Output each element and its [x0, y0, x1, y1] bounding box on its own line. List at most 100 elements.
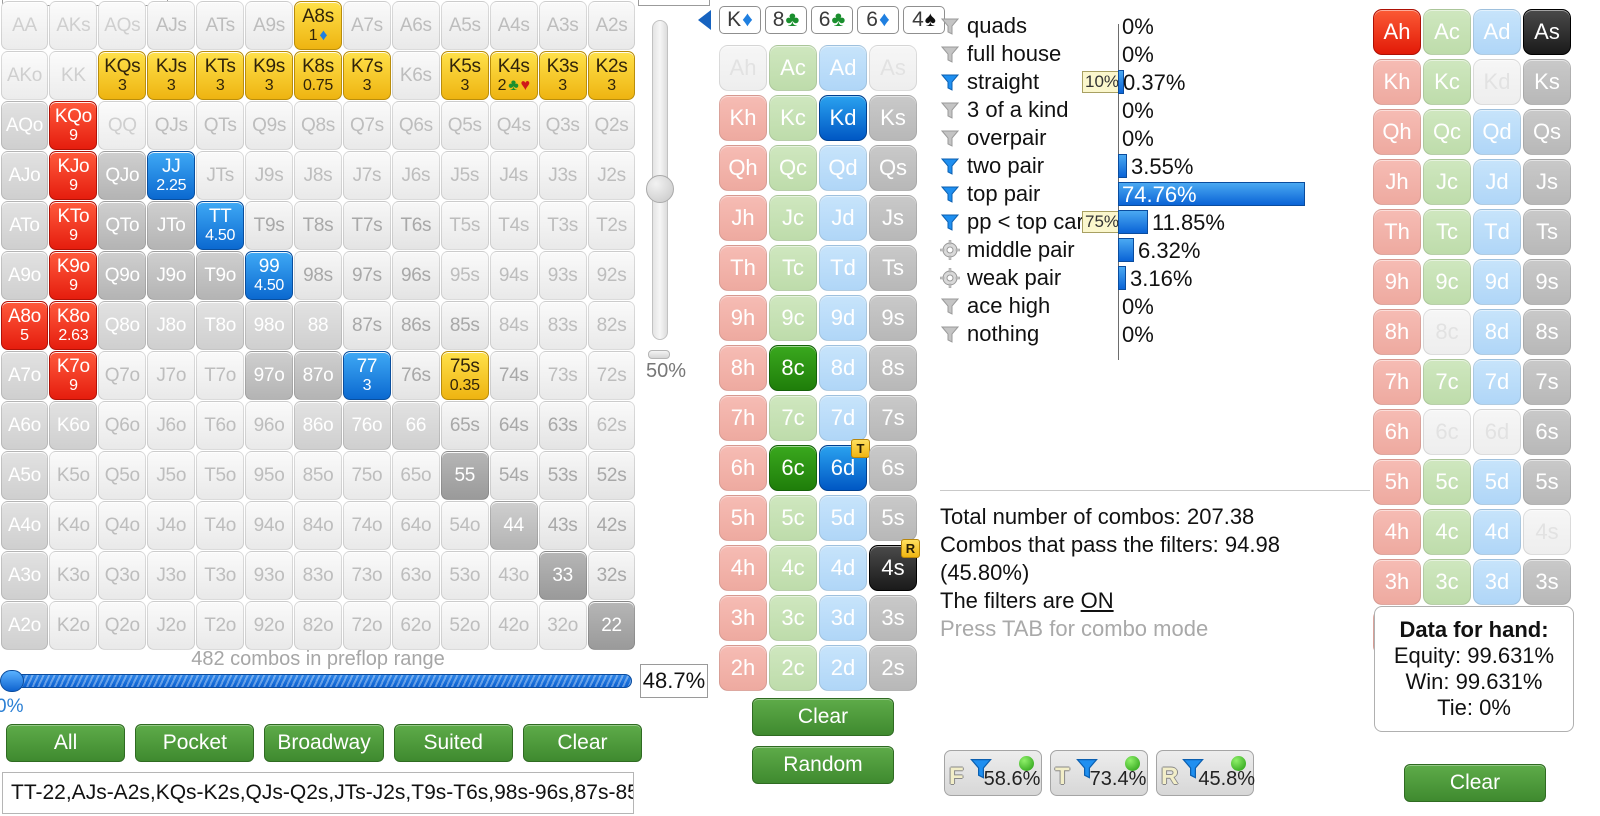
matrix-cell-J6s[interactable]: J6s	[391, 150, 440, 200]
matrix-cell-97s[interactable]: 97s	[342, 250, 391, 300]
matrix-cell-43o[interactable]: 43o	[489, 550, 538, 600]
matrix-cell-63s[interactable]: 63s	[538, 400, 587, 450]
hero-card-Jc[interactable]: Jc	[1423, 159, 1471, 205]
matrix-cell-22[interactable]: 22	[587, 600, 636, 650]
matrix-cell-55[interactable]: 55	[440, 450, 489, 500]
hero-card-3d[interactable]: 3d	[1473, 559, 1521, 605]
hero-card-Jd[interactable]: Jd	[1473, 159, 1521, 205]
matrix-cell-J9o[interactable]: J9o	[147, 250, 196, 300]
matrix-cell-K4s[interactable]: K4s 2 ♣ ♥	[489, 50, 538, 100]
matrix-cell-A4o[interactable]: A4o	[0, 500, 49, 550]
matrix-cell-82s[interactable]: 82s	[587, 300, 636, 350]
matrix-cell-84s[interactable]: 84s	[489, 300, 538, 350]
matrix-cell-J2s[interactable]: J2s	[587, 150, 636, 200]
range-percent-slider[interactable]	[0, 670, 640, 692]
hero-card-3h[interactable]: 3h	[1373, 559, 1421, 605]
matrix-cell-Q9s[interactable]: Q9s	[245, 100, 294, 150]
stat-row-full-house[interactable]: full house 0%	[940, 40, 1372, 68]
matrix-cell-J9s[interactable]: J9s	[245, 150, 294, 200]
matrix-cell-A7s[interactable]: A7s	[342, 0, 391, 50]
matrix-cell-Q5s[interactable]: Q5s	[440, 100, 489, 150]
matrix-cell-J4s[interactable]: J4s	[489, 150, 538, 200]
hero-card-Td[interactable]: Td	[1473, 209, 1521, 255]
range-slider-track[interactable]	[14, 674, 632, 688]
matrix-cell-33[interactable]: 33	[538, 550, 587, 600]
matrix-cell-K9o[interactable]: K9o 9	[49, 250, 98, 300]
matrix-cell-73s[interactable]: 73s	[538, 350, 587, 400]
board-card-Qs[interactable]: Qs	[869, 145, 917, 191]
hero-card-5s[interactable]: 5s	[1523, 459, 1571, 505]
board-card-Kh[interactable]: Kh	[719, 95, 767, 141]
matrix-cell-T2s[interactable]: T2s	[587, 200, 636, 250]
matrix-cell-95o[interactable]: 95o	[245, 450, 294, 500]
matrix-cell-85o[interactable]: 85o	[294, 450, 342, 500]
matrix-cell-A7o[interactable]: A7o	[0, 350, 49, 400]
street-filter-f-button[interactable]: F 58.6%	[944, 750, 1042, 796]
matrix-cell-93s[interactable]: 93s	[538, 250, 587, 300]
matrix-cell-JJ[interactable]: JJ 2.25	[147, 150, 196, 200]
hero-card-Js[interactable]: Js	[1523, 159, 1571, 205]
matrix-cell-T2o[interactable]: T2o	[196, 600, 245, 650]
pocket-button[interactable]: Pocket	[135, 724, 255, 762]
matrix-cell-65s[interactable]: 65s	[440, 400, 489, 450]
matrix-cell-87o[interactable]: 87o	[294, 350, 342, 400]
hero-card-5c[interactable]: 5c	[1423, 459, 1471, 505]
matrix-cell-QTs[interactable]: QTs	[196, 100, 245, 150]
matrix-cell-94o[interactable]: 94o	[245, 500, 294, 550]
matrix-cell-Q2s[interactable]: Q2s	[587, 100, 636, 150]
matrix-cell-K6s[interactable]: K6s	[391, 50, 440, 100]
board-card-4s[interactable]: 4s R	[869, 539, 920, 591]
hero-card-As[interactable]: As	[1523, 9, 1571, 55]
matrix-cell-TT[interactable]: TT 4.50	[196, 200, 245, 250]
matrix-cell-53s[interactable]: 53s	[538, 450, 587, 500]
matrix-cell-95s[interactable]: 95s	[440, 250, 489, 300]
matrix-cell-Q3o[interactable]: Q3o	[98, 550, 147, 600]
matrix-cell-K5s[interactable]: K5s 3	[440, 50, 489, 100]
board-card-Qh[interactable]: Qh	[719, 145, 767, 191]
board-card-5c[interactable]: 5c	[769, 495, 817, 541]
matrix-cell-K2s[interactable]: K2s 3	[587, 50, 636, 100]
hero-card-9h[interactable]: 9h	[1373, 259, 1421, 305]
stat-threshold-badge[interactable]: 10%	[1082, 71, 1123, 93]
board-card-2d[interactable]: 2d	[819, 645, 867, 691]
board-card-Ac[interactable]: Ac	[769, 45, 817, 91]
hero-card-Ts[interactable]: Ts	[1523, 209, 1571, 255]
hero-card-4d[interactable]: 4d	[1473, 509, 1521, 555]
matrix-cell-AJs[interactable]: AJs	[147, 0, 196, 50]
matrix-cell-42o[interactable]: 42o	[489, 600, 538, 650]
hero-card-Qd[interactable]: Qd	[1473, 109, 1521, 155]
street-filter-t-button[interactable]: T 73.4%	[1050, 750, 1148, 796]
board-card-2h[interactable]: 2h	[719, 645, 767, 691]
matrix-cell-72o[interactable]: 72o	[342, 600, 391, 650]
board-card-6d[interactable]: 6 ♦	[857, 6, 899, 34]
matrix-cell-A9o[interactable]: A9o	[0, 250, 49, 300]
matrix-cell-AKo[interactable]: AKo	[0, 50, 49, 100]
matrix-cell-Q2o[interactable]: Q2o	[98, 600, 147, 650]
matrix-cell-K3o[interactable]: K3o	[49, 550, 98, 600]
matrix-cell-K4o[interactable]: K4o	[49, 500, 98, 550]
matrix-cell-T9o[interactable]: T9o	[196, 250, 245, 300]
matrix-cell-A8s[interactable]: A8s 1 ♦	[294, 0, 342, 50]
stat-row-overpair[interactable]: overpair 0%	[940, 124, 1372, 152]
matrix-cell-Q9o[interactable]: Q9o	[98, 250, 147, 300]
funnel-icon[interactable]	[940, 296, 962, 316]
matrix-cell-32s[interactable]: 32s	[587, 550, 636, 600]
matrix-cell-84o[interactable]: 84o	[294, 500, 342, 550]
board-card-5h[interactable]: 5h	[719, 495, 767, 541]
matrix-cell-K6o[interactable]: K6o	[49, 400, 98, 450]
matrix-cell-T4o[interactable]: T4o	[196, 500, 245, 550]
hero-card-8c[interactable]: 8c	[1423, 309, 1471, 355]
hero-card-9d[interactable]: 9d	[1473, 259, 1521, 305]
board-card-8c[interactable]: 8 ♣	[765, 6, 807, 34]
matrix-cell-42s[interactable]: 42s	[587, 500, 636, 550]
hero-card-Kd[interactable]: Kd	[1473, 59, 1521, 105]
matrix-cell-75o[interactable]: 75o	[342, 450, 391, 500]
funnel-icon[interactable]	[940, 44, 962, 64]
matrix-cell-65o[interactable]: 65o	[391, 450, 440, 500]
hero-card-8s[interactable]: 8s	[1523, 309, 1571, 355]
matrix-cell-ATs[interactable]: ATs	[196, 0, 245, 50]
hand-matrix[interactable]: AA AKs AQs AJs ATs A9s A8s 1 ♦ A7s A6s A5s A4s A3s A2s…	[0, 0, 636, 650]
board-card-6c[interactable]: 6 ♣	[811, 6, 853, 34]
matrix-cell-T8s[interactable]: T8s	[294, 200, 342, 250]
matrix-cell-K7s[interactable]: K7s 3	[342, 50, 391, 100]
